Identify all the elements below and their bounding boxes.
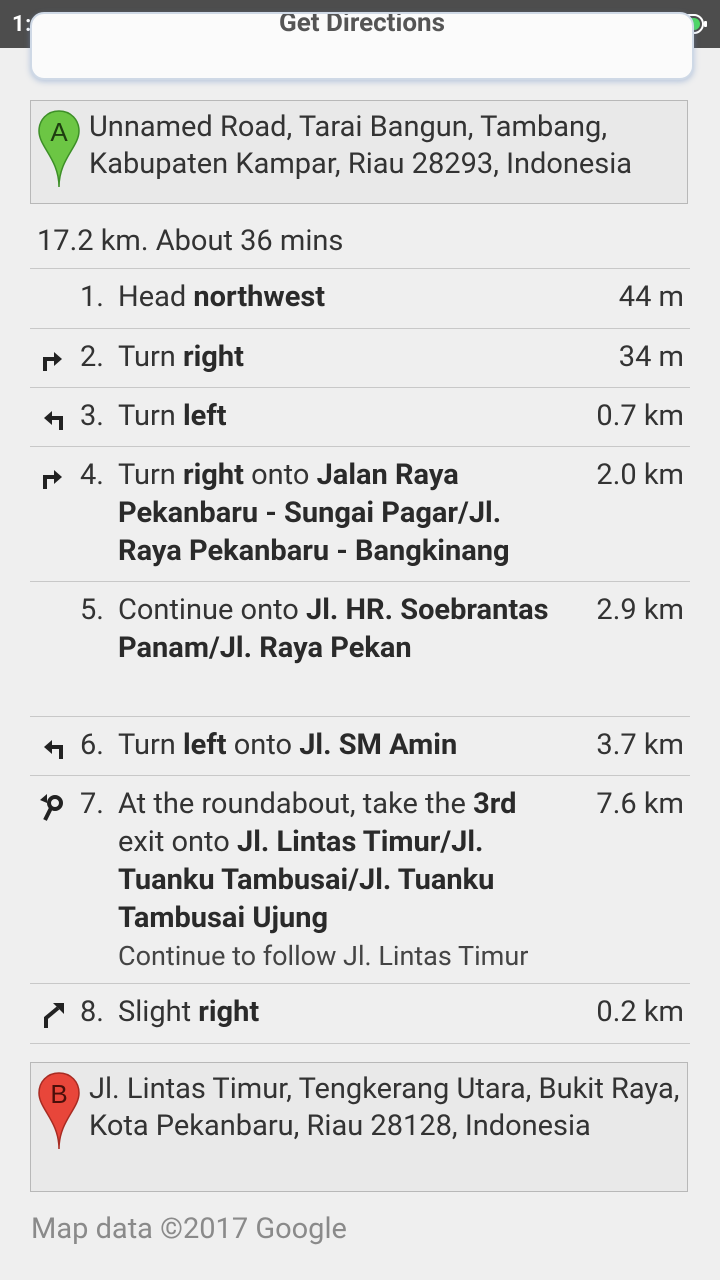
turn-left-icon — [38, 404, 68, 434]
marker-a-letter: A — [50, 117, 68, 147]
get-directions-label: Get Directions — [279, 12, 445, 38]
step-instruction: Turn left onto Jl. SM Amin — [118, 728, 458, 762]
destination-address: Jl. Lintas Timur, Tengkerang Utara, Buki… — [89, 1072, 680, 1143]
map-marker-b-icon: B — [38, 1072, 80, 1150]
map-marker-a-icon: A — [38, 110, 80, 188]
step-distance: 2.0 km — [596, 458, 684, 492]
step-number: 6. — [80, 728, 104, 762]
step-subnote: Continue to follow Jl. Lintas Timur — [118, 940, 529, 972]
step-number: 5. — [80, 593, 104, 627]
destination-address-box: B Jl. Lintas Timur, Tengkerang Utara, Bu… — [30, 1062, 688, 1192]
step-number: 2. — [80, 340, 104, 374]
step-instruction: Turn right onto Jalan Raya Pekanbaru - S… — [118, 458, 510, 568]
origin-address-box: A Unnamed Road, Tarai Bangun, Tambang, K… — [30, 100, 688, 204]
turn-left-icon — [38, 733, 68, 763]
direction-step[interactable]: 3. Turn left 0.7 km — [30, 388, 690, 447]
step-distance: 7.6 km — [596, 787, 684, 821]
origin-address: Unnamed Road, Tarai Bangun, Tambang, Kab… — [89, 110, 633, 181]
directions-list: 1. Head northwest 44 m 2. Turn right 34 m 3. Tu… — [30, 269, 690, 1044]
roundabout-icon — [38, 792, 68, 822]
direction-step[interactable]: 2. Turn right 34 m — [30, 329, 690, 388]
direction-step[interactable]: 6. Turn left onto Jl. SM Amin 3.7 km — [30, 717, 690, 776]
step-instruction: At the roundabout, take the 3rd exit ont… — [118, 785, 558, 975]
step-number: 4. — [80, 458, 104, 492]
get-directions-button[interactable]: Get Directions — [30, 12, 694, 80]
marker-b-letter: B — [50, 1079, 67, 1109]
map-data-attribution: Map data ©2017 Google — [31, 1212, 347, 1246]
step-distance: 44 m — [618, 280, 684, 314]
step-distance: 3.7 km — [596, 728, 684, 762]
turn-right-icon — [38, 463, 68, 493]
step-distance: 0.7 km — [596, 399, 684, 433]
step-number: 7. — [80, 787, 104, 821]
step-instruction: Continue onto Jl. HR. Soebrantas Panam/J… — [118, 593, 549, 665]
step-distance: 34 m — [618, 340, 684, 374]
step-number: 8. — [80, 995, 104, 1029]
direction-step[interactable]: 1. Head northwest 44 m — [30, 269, 690, 329]
step-instruction: Head northwest — [118, 280, 326, 314]
step-number: 1. — [80, 280, 104, 314]
slight-right-icon — [38, 1000, 68, 1030]
direction-step[interactable]: 5. Continue onto Jl. HR. Soebrantas Panam… — [30, 582, 690, 717]
step-distance: 0.2 km — [596, 995, 684, 1029]
step-instruction: Turn left — [118, 399, 227, 433]
step-instruction: Slight right — [118, 995, 260, 1029]
route-summary: 17.2 km. About 36 mins — [37, 224, 344, 258]
direction-step[interactable]: 4. Turn right onto Jalan Raya Pekanbaru -… — [30, 447, 690, 582]
step-distance: 2.9 km — [596, 593, 684, 627]
direction-step[interactable]: 8. Slight right 0.2 km — [30, 984, 690, 1044]
direction-step[interactable]: 7. At the roundabout, take the 3rd exit o… — [30, 776, 690, 984]
step-number: 3. — [80, 399, 104, 433]
step-instruction: Turn right — [118, 340, 244, 374]
turn-right-icon — [38, 345, 68, 375]
